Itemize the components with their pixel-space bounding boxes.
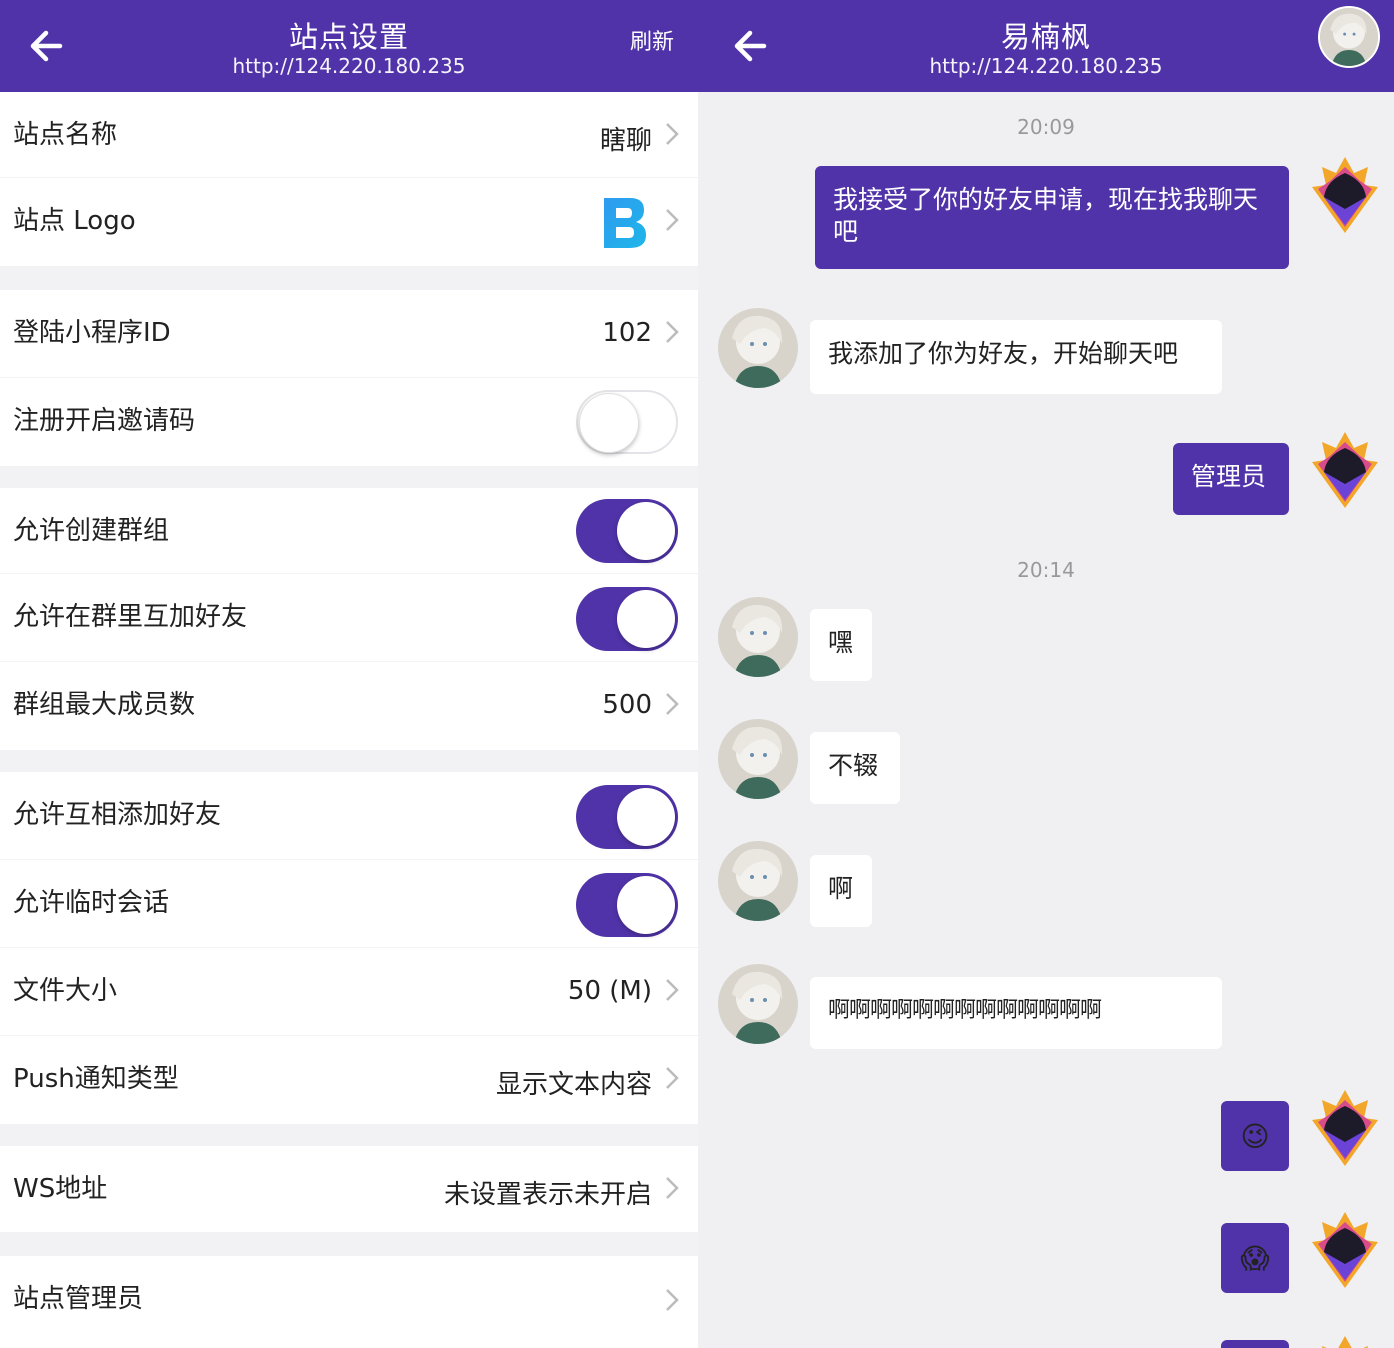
page-title: 站点设置 [288, 20, 409, 54]
setting-label: WS地址 [13, 1174, 108, 1204]
message-emoji-outgoing[interactable]: 😱 [1221, 1223, 1289, 1293]
setting-value: 50 (M) [567, 976, 652, 1006]
setting-push-type[interactable]: Push通知类型 显示文本内容 [0, 1036, 698, 1124]
setting-file-size[interactable]: 文件大小 50 (M) [0, 948, 698, 1036]
setting-value: 500 [602, 690, 652, 720]
setting-max-group-members[interactable]: 群组最大成员数 500 [0, 662, 698, 750]
self-avatar [1310, 1334, 1380, 1348]
setting-allow-group-friends: 允许在群里互加好友 [0, 574, 698, 662]
invite-code-toggle[interactable] [576, 390, 678, 454]
setting-label: 允许在群里互加好友 [13, 602, 248, 632]
allow-add-friends-toggle[interactable] [576, 785, 678, 849]
message-bubble-outgoing[interactable]: 管理员 [1173, 443, 1289, 515]
chevron-right-icon [664, 206, 680, 234]
setting-label: 群组最大成员数 [13, 690, 196, 720]
contact-avatar[interactable] [718, 964, 798, 1044]
page-url: http://124.220.180.235 [232, 54, 466, 78]
chevron-right-icon [664, 1286, 680, 1314]
site-logo-icon [602, 194, 648, 250]
setting-site-name[interactable]: 站点名称 瞎聊 [0, 92, 698, 178]
refresh-button[interactable]: 刷新 [630, 24, 674, 56]
contact-avatar[interactable] [718, 841, 798, 921]
toggle-knob [617, 876, 675, 934]
chevron-right-icon [664, 1064, 680, 1092]
toggle-knob [617, 788, 675, 846]
chat-title: 易楠枫 [1000, 20, 1091, 54]
settings-screen: 站点设置 http://124.220.180.235 刷新 站点名称 瞎聊 站… [0, 0, 698, 1348]
chat-header: 易楠枫 http://124.220.180.235 [698, 0, 1394, 92]
setting-label: 登陆小程序ID [13, 318, 171, 348]
self-avatar[interactable] [1310, 155, 1380, 235]
setting-mini-program-id[interactable]: 登陆小程序ID 102 [0, 290, 698, 378]
setting-invite-code: 注册开启邀请码 [0, 378, 698, 466]
setting-label: 允许创建群组 [13, 516, 170, 546]
toggle-knob [617, 502, 675, 560]
message-bubble-incoming[interactable]: 不辍 [810, 732, 900, 804]
allow-temp-chat-toggle[interactable] [576, 873, 678, 937]
setting-site-logo[interactable]: 站点 Logo [0, 178, 698, 266]
chevron-right-icon [664, 690, 680, 718]
chat-screen: 易楠枫 http://124.220.180.235 20:09 我接受了你的好… [698, 0, 1394, 1348]
contact-avatar[interactable] [718, 597, 798, 677]
setting-ws-address[interactable]: WS地址 未设置表示未开启 [0, 1146, 698, 1232]
message-emoji-outgoing[interactable]: 😉 [1221, 1101, 1289, 1171]
contact-avatar[interactable] [718, 719, 798, 799]
setting-label: 允许互相添加好友 [13, 800, 222, 830]
setting-label: Push通知类型 [13, 1064, 179, 1094]
timestamp: 20:09 [1017, 115, 1075, 139]
chat-url: http://124.220.180.235 [929, 54, 1163, 78]
setting-allow-temp-chat: 允许临时会话 [0, 860, 698, 948]
message-bubble-incoming[interactable]: 嘿 [810, 609, 872, 681]
setting-value: 102 [602, 318, 652, 348]
self-avatar[interactable] [1310, 430, 1380, 510]
message-bubble-incoming[interactable]: 啊啊啊啊啊啊啊啊啊啊啊啊啊 [810, 977, 1222, 1049]
message-bubble-incoming[interactable]: 我添加了你为好友，开始聊天吧 [810, 320, 1222, 394]
timestamp: 20:14 [1017, 558, 1075, 582]
message-bubble-outgoing [1221, 1340, 1289, 1348]
allow-group-friends-toggle[interactable] [576, 587, 678, 651]
self-avatar[interactable] [1310, 1210, 1380, 1290]
setting-value: 显示文本内容 [495, 1070, 652, 1100]
chevron-right-icon [664, 976, 680, 1004]
setting-site-admins[interactable]: 站点管理员 [0, 1256, 698, 1348]
setting-label: 站点 Logo [13, 206, 136, 236]
contact-avatar[interactable] [718, 308, 798, 388]
setting-allow-add-friends: 允许互相添加好友 [0, 772, 698, 860]
setting-label: 注册开启邀请码 [13, 406, 196, 436]
allow-create-group-toggle[interactable] [576, 499, 678, 563]
toggle-knob [617, 590, 675, 648]
setting-value: 瞎聊 [599, 126, 652, 156]
chevron-right-icon [664, 1174, 680, 1202]
settings-header: 站点设置 http://124.220.180.235 刷新 [0, 0, 698, 92]
self-avatar[interactable] [1310, 1088, 1380, 1168]
setting-label: 文件大小 [13, 976, 118, 1006]
setting-label: 站点名称 [13, 120, 118, 150]
setting-allow-create-group: 允许创建群组 [0, 488, 698, 574]
toggle-knob [579, 393, 639, 453]
chevron-right-icon [664, 318, 680, 346]
message-bubble-outgoing[interactable]: 我接受了你的好友申请，现在找我聊天吧 [815, 166, 1289, 269]
chevron-right-icon [664, 120, 680, 148]
setting-value: 未设置表示未开启 [443, 1180, 652, 1210]
message-bubble-incoming[interactable]: 啊 [810, 855, 872, 927]
setting-label: 站点管理员 [13, 1284, 144, 1314]
setting-label: 允许临时会话 [13, 888, 170, 918]
contact-avatar[interactable] [1318, 6, 1380, 68]
